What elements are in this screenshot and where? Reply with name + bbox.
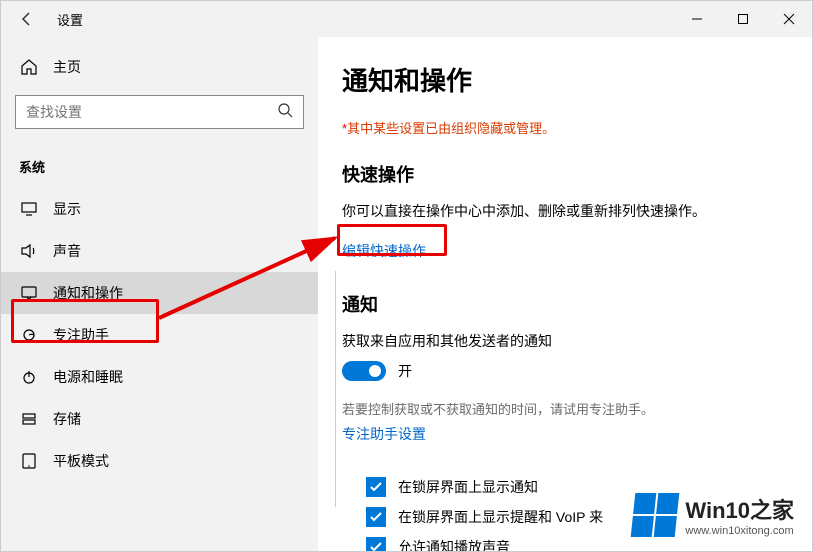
maximize-button[interactable] xyxy=(720,1,766,37)
section-heading: 系统 xyxy=(1,139,318,188)
sidebar-item-label: 通知和操作 xyxy=(53,283,123,303)
search-icon xyxy=(277,102,293,123)
sidebar-item-storage[interactable]: 存储 xyxy=(1,398,318,440)
managed-warning: *其中某些设置已由组织隐藏或管理。 xyxy=(342,118,782,137)
notifications-icon xyxy=(19,284,39,302)
sidebar-item-label: 平板模式 xyxy=(53,451,109,471)
sidebar-item-label: 电源和睡眠 xyxy=(53,367,123,387)
tablet-icon xyxy=(19,452,39,470)
window-controls xyxy=(674,1,812,37)
scrollbar-indicator xyxy=(335,271,336,507)
sidebar-item-power[interactable]: 电源和睡眠 xyxy=(1,356,318,398)
notifications-heading: 通知 xyxy=(342,291,782,317)
sound-icon xyxy=(19,242,39,260)
checkbox-icon xyxy=(366,477,386,497)
home-icon xyxy=(19,58,39,76)
notif-toggle-label: 获取来自应用和其他发送者的通知 xyxy=(342,331,782,351)
sidebar-item-focus[interactable]: 专注助手 xyxy=(1,314,318,356)
main-panel: 通知和操作 *其中某些设置已由组织隐藏或管理。 快速操作 你可以直接在操作中心中… xyxy=(318,37,812,551)
home-button[interactable]: 主页 xyxy=(1,47,318,87)
power-icon xyxy=(19,368,39,386)
page-title: 通知和操作 xyxy=(342,61,782,98)
notif-toggle[interactable] xyxy=(342,361,386,381)
search-field[interactable] xyxy=(26,104,277,120)
focus-icon xyxy=(19,326,39,344)
checkbox-label: 允许通知播放声音 xyxy=(398,537,510,551)
notif-checkbox-row[interactable]: 在锁屏界面上显示通知 xyxy=(342,472,782,502)
window-title: 设置 xyxy=(57,10,83,29)
notif-checkbox-row[interactable]: 在锁屏界面上显示提醒和 VoIP 来 xyxy=(342,502,782,532)
sidebar-item-display[interactable]: 显示 xyxy=(1,188,318,230)
sidebar-item-tablet[interactable]: 平板模式 xyxy=(1,440,318,482)
close-button[interactable] xyxy=(766,1,812,37)
sidebar-item-label: 显示 xyxy=(53,199,81,219)
checkbox-icon xyxy=(366,507,386,527)
focus-assist-link[interactable]: 专注助手设置 xyxy=(342,424,426,444)
sidebar-item-sound[interactable]: 声音 xyxy=(1,230,318,272)
titlebar: 设置 xyxy=(1,1,812,37)
sidebar-item-notifications[interactable]: 通知和操作 xyxy=(1,272,318,314)
quick-actions-desc: 你可以直接在操作中心中添加、删除或重新排列快速操作。 xyxy=(342,201,782,221)
home-label: 主页 xyxy=(53,57,81,77)
checkbox-label: 在锁屏界面上显示提醒和 VoIP 来 xyxy=(398,507,603,527)
checkbox-label: 在锁屏界面上显示通知 xyxy=(398,477,538,497)
minimize-button[interactable] xyxy=(674,1,720,37)
quick-actions-heading: 快速操作 xyxy=(342,161,782,187)
search-input[interactable] xyxy=(15,95,304,129)
focus-desc: 若要控制获取或不获取通知的时间，请试用专注助手。 xyxy=(342,399,782,418)
display-icon xyxy=(19,200,39,218)
sidebar-item-label: 专注助手 xyxy=(53,325,109,345)
notif-checkbox-row[interactable]: 允许通知播放声音 xyxy=(342,532,782,551)
back-button[interactable] xyxy=(13,5,41,33)
storage-icon xyxy=(19,410,39,428)
edit-quick-actions-link[interactable]: 编辑快速操作 xyxy=(342,241,426,261)
checkbox-icon xyxy=(366,537,386,551)
sidebar-item-label: 声音 xyxy=(53,241,81,261)
toggle-state-label: 开 xyxy=(398,361,412,381)
sidebar: 主页 系统 显示声音通知和操作专注助手电源和睡眠存储平板模式 xyxy=(1,37,318,551)
sidebar-item-label: 存储 xyxy=(53,409,81,429)
